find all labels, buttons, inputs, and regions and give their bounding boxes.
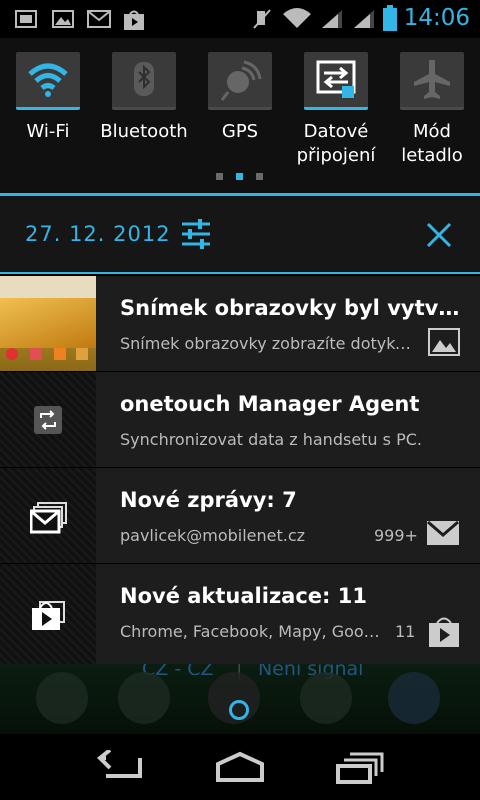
bluetooth-icon <box>134 62 154 96</box>
quick-settings-panel: Wi-Fi Bluetooth GPS Datové připojení Mód… <box>0 38 480 193</box>
phone-app-icon <box>36 672 88 724</box>
recents-icon[interactable] <box>336 750 386 784</box>
notification-title: onetouch Manager Agent <box>120 392 420 416</box>
thumbnail-wallpaper <box>0 298 96 348</box>
data-button[interactable] <box>304 52 368 110</box>
thumbnail-app-icon <box>6 348 18 360</box>
battery-icon <box>383 5 397 31</box>
divider <box>0 272 480 274</box>
clock: 14:06 <box>403 5 470 31</box>
close-icon[interactable] <box>426 222 452 248</box>
wifi-icon <box>283 8 311 28</box>
screenshot-icon <box>15 10 37 28</box>
notification-item[interactable]: Nové aktualizace: 11 Chrome, Facebook, M… <box>0 564 480 665</box>
page-dot <box>216 173 223 180</box>
gmail-stack-icon <box>30 502 67 534</box>
screenshot-thumbnail <box>0 276 96 371</box>
notification-title: Snímek obrazovky byl vytvoře… <box>120 296 465 320</box>
data-toggle[interactable]: Datové připojení <box>288 52 384 192</box>
notification-item[interactable]: Nové zprávy: 7 pavlicek@mobilenet.cz 999… <box>0 468 480 564</box>
notification-text: Synchronizovat data z handsetu s PC. <box>120 430 422 449</box>
page-dot-active <box>236 173 243 180</box>
notification-item[interactable]: Snímek obrazovky byl vytvoře… Snímek obr… <box>0 276 480 372</box>
notification-header: 27. 12. 2012 <box>0 196 480 274</box>
data-icon <box>316 60 356 98</box>
notification-text: Chrome, Facebook, Mapy, Goog… <box>120 622 382 641</box>
browser-app-icon <box>388 672 440 724</box>
signal-icon <box>322 10 342 28</box>
gmail-icon <box>427 520 459 545</box>
data-label: Datové připojení <box>296 121 376 166</box>
wifi-toggle[interactable]: Wi-Fi <box>0 52 96 192</box>
gps-icon <box>220 60 262 101</box>
gps-toggle[interactable]: GPS <box>192 52 288 192</box>
bluetooth-button[interactable] <box>112 52 176 110</box>
bluetooth-toggle[interactable]: Bluetooth <box>96 52 192 192</box>
thumbnail-app-icon <box>30 348 42 360</box>
wifi-label: Wi-Fi <box>26 121 70 142</box>
thumbnail-topbar <box>0 276 96 298</box>
mute-icon <box>253 9 271 29</box>
airplane-toggle[interactable]: Mód letadlo <box>384 52 480 192</box>
signal-icon <box>354 10 374 28</box>
notification-item[interactable]: onetouch Manager Agent Synchronizovat da… <box>0 372 480 468</box>
settings-sliders-icon[interactable] <box>180 218 212 250</box>
gmail-icon <box>87 10 111 28</box>
bluetooth-label: Bluetooth <box>100 121 188 142</box>
store-bag-icon <box>32 601 65 630</box>
notification-title: Nové aktualizace: 11 <box>120 584 367 608</box>
notification-count: 999+ <box>374 526 418 545</box>
wifi-icon <box>28 63 68 97</box>
status-bar: 14:06 <box>0 0 480 38</box>
gallery-icon <box>428 328 460 356</box>
gallery-icon <box>52 10 74 28</box>
airplane-label: Mód letadlo <box>401 121 463 166</box>
notification-icon-area <box>0 372 96 467</box>
wifi-button[interactable] <box>16 52 80 110</box>
navigation-bar <box>0 734 480 800</box>
notification-count: 11 <box>395 622 416 641</box>
thumbnail-app-icon <box>54 348 66 360</box>
notification-icon-area <box>0 564 96 664</box>
home-icon[interactable] <box>214 750 266 784</box>
messaging-app-icon <box>300 672 352 724</box>
drawer-indicator <box>229 700 249 720</box>
gps-label: GPS <box>221 121 259 142</box>
notification-title: Nové zprávy: 7 <box>120 488 297 512</box>
page-dot <box>256 173 263 180</box>
play-store-icon <box>429 617 459 647</box>
thumbnail-app-icon <box>76 348 88 360</box>
sync-icon <box>34 406 62 434</box>
home-screen-background: CZ - CZ | Není signál <box>0 664 480 734</box>
date-label[interactable]: 27. 12. 2012 <box>25 222 171 246</box>
contacts-app-icon <box>118 672 170 724</box>
play-store-icon <box>124 10 144 30</box>
airplane-icon <box>414 60 450 99</box>
notification-text: Snímek obrazovky zobrazíte dotyke… <box>120 334 415 353</box>
airplane-button[interactable] <box>400 52 464 110</box>
notification-icon-area <box>0 468 96 563</box>
notification-text: pavlicek@mobilenet.cz <box>120 526 306 545</box>
gps-button[interactable] <box>208 52 272 110</box>
back-icon[interactable] <box>96 750 144 784</box>
